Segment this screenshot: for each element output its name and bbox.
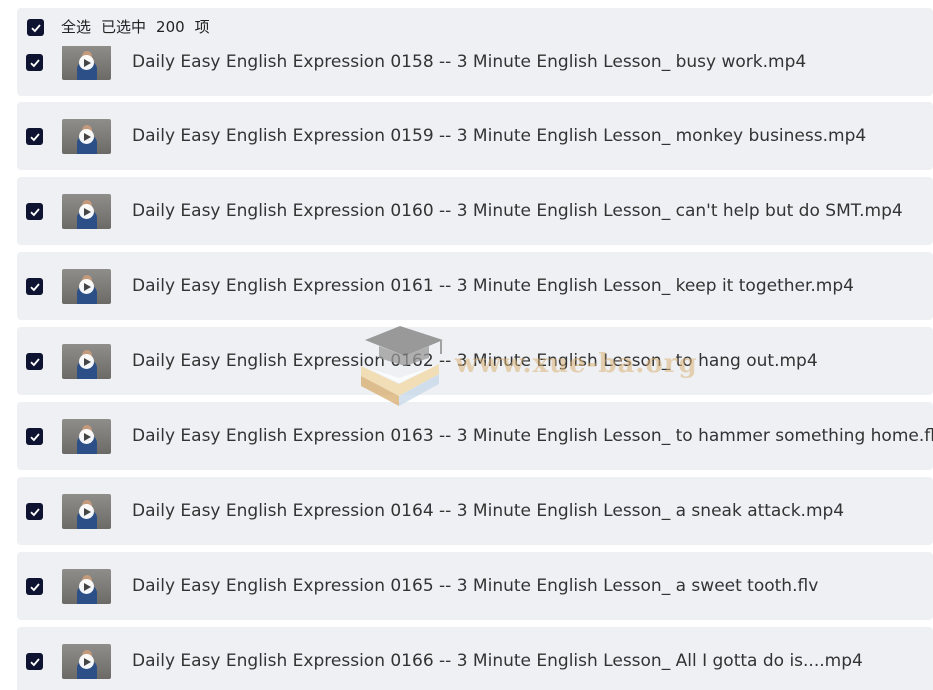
checkmark-icon [30, 23, 41, 32]
video-thumbnail[interactable] [62, 194, 111, 229]
file-row[interactable]: Daily Easy English Expression 0164 -- 3 … [17, 477, 933, 545]
video-thumbnail[interactable] [62, 269, 111, 304]
file-row[interactable]: Daily Easy English Expression 0162 -- 3 … [17, 327, 933, 395]
play-icon [79, 55, 94, 70]
file-name[interactable]: Daily Easy English Expression 0164 -- 3 … [132, 477, 844, 545]
play-icon [79, 129, 94, 144]
video-thumbnail[interactable] [62, 419, 111, 454]
checkmark-icon [29, 58, 40, 67]
select-all-checkbox[interactable] [27, 19, 44, 36]
file-name[interactable]: Daily Easy English Expression 0162 -- 3 … [132, 327, 818, 395]
file-checkbox[interactable] [26, 578, 43, 595]
checkmark-icon [29, 432, 40, 441]
video-thumbnail[interactable] [62, 494, 111, 529]
video-thumbnail[interactable] [62, 569, 111, 604]
play-icon [79, 354, 94, 369]
checkmark-icon [29, 207, 40, 216]
selected-count: 200 [156, 18, 185, 36]
checkmark-icon [29, 657, 40, 666]
file-row[interactable]: Daily Easy English Expression 0161 -- 3 … [17, 252, 933, 320]
file-checkbox[interactable] [26, 54, 43, 71]
play-icon [79, 204, 94, 219]
file-list-page: Daily Easy English Expression 0158 -- 3 … [0, 0, 933, 690]
file-name[interactable]: Daily Easy English Expression 0163 -- 3 … [132, 402, 933, 470]
play-icon [79, 279, 94, 294]
file-row[interactable]: Daily Easy English Expression 0160 -- 3 … [17, 177, 933, 245]
file-name[interactable]: Daily Easy English Expression 0166 -- 3 … [132, 627, 863, 690]
checkmark-icon [29, 582, 40, 591]
video-thumbnail[interactable] [62, 344, 111, 379]
file-row[interactable]: Daily Easy English Expression 0165 -- 3 … [17, 552, 933, 620]
file-checkbox[interactable] [26, 653, 43, 670]
checkmark-icon [29, 357, 40, 366]
file-name[interactable]: Daily Easy English Expression 0165 -- 3 … [132, 552, 818, 620]
file-name[interactable]: Daily Easy English Expression 0161 -- 3 … [132, 252, 854, 320]
checkmark-icon [29, 507, 40, 516]
file-name[interactable]: Daily Easy English Expression 0159 -- 3 … [132, 102, 866, 170]
file-row[interactable]: Daily Easy English Expression 0163 -- 3 … [17, 402, 933, 470]
selection-summary: 全选 已选中 200 项 [61, 8, 220, 46]
selection-header: 全选 已选中 200 项 [17, 8, 933, 46]
play-icon [79, 654, 94, 669]
play-icon [79, 429, 94, 444]
file-checkbox[interactable] [26, 278, 43, 295]
video-thumbnail[interactable] [62, 119, 111, 154]
file-name[interactable]: Daily Easy English Expression 0160 -- 3 … [132, 177, 903, 245]
checkmark-icon [29, 132, 40, 141]
file-row[interactable]: Daily Easy English Expression 0166 -- 3 … [17, 627, 933, 690]
select-all-label[interactable]: 全选 [61, 18, 91, 36]
video-thumbnail[interactable] [62, 45, 111, 80]
file-checkbox[interactable] [26, 128, 43, 145]
selected-suffix: 项 [194, 18, 210, 36]
play-icon [79, 504, 94, 519]
selected-prefix: 已选中 [101, 18, 147, 36]
file-checkbox[interactable] [26, 203, 43, 220]
file-checkbox[interactable] [26, 353, 43, 370]
video-thumbnail[interactable] [62, 644, 111, 679]
file-checkbox[interactable] [26, 428, 43, 445]
file-checkbox[interactable] [26, 503, 43, 520]
checkmark-icon [29, 282, 40, 291]
file-row[interactable]: Daily Easy English Expression 0159 -- 3 … [17, 102, 933, 170]
play-icon [79, 579, 94, 594]
